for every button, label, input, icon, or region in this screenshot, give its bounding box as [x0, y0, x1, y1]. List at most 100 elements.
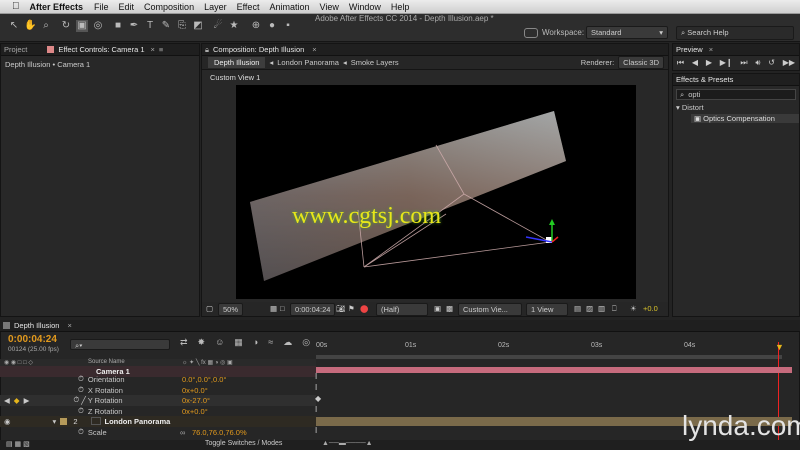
view-layout-select[interactable]: 1 View: [526, 303, 568, 316]
brush-tool-icon[interactable]: ✎: [160, 20, 172, 32]
expand-panes-icon[interactable]: ▤ ▦ ▧: [6, 440, 30, 448]
keyframe-marker[interactable]: I: [315, 426, 317, 435]
crumb-depth-illusion[interactable]: Depth Illusion: [208, 57, 266, 68]
crumb-smoke-layers[interactable]: Smoke Layers: [351, 58, 399, 67]
tab-depth-illusion[interactable]: Depth Illusion: [14, 321, 59, 330]
first-frame-icon[interactable]: ⏮: [677, 58, 684, 68]
graph-icon[interactable]: ╱: [81, 396, 86, 405]
layer-search-input[interactable]: ⌕▾: [70, 339, 170, 350]
close-icon[interactable]: ×: [709, 45, 713, 54]
rotate-tool-icon[interactable]: ↻: [60, 20, 72, 32]
time-ruler[interactable]: 00s 01s 02s 03s 04s: [316, 342, 792, 354]
tab-preview[interactable]: Preview: [676, 45, 703, 54]
menu-window[interactable]: Window: [349, 2, 381, 12]
stopwatch-icon[interactable]: ⏱︎: [78, 406, 84, 416]
menu-help[interactable]: Help: [391, 2, 410, 12]
search-help-input[interactable]: ⌕ Search Help: [676, 26, 794, 40]
view-axis-icon[interactable]: ▪: [282, 20, 294, 32]
close-icon[interactable]: ×: [151, 45, 155, 54]
always-preview-icon[interactable]: ▢: [206, 304, 213, 313]
exposure-value[interactable]: +0.0: [643, 304, 658, 313]
pen-tool-icon[interactable]: ✒: [128, 20, 140, 32]
color-channels-icon[interactable]: ⬤: [360, 304, 368, 313]
property-value[interactable]: 0x+0.0°: [182, 407, 208, 416]
camera-tool-icon[interactable]: ▣: [76, 20, 88, 32]
stopwatch-active-icon[interactable]: ⏱︎: [73, 395, 79, 405]
playhead-handle-icon[interactable]: ▼: [775, 342, 784, 352]
source-name-header[interactable]: Source Name: [88, 359, 125, 365]
toggle-switches-modes-button[interactable]: Toggle Switches / Modes: [205, 440, 282, 447]
world-axis-icon[interactable]: ●: [266, 20, 278, 32]
effect-optics-compensation[interactable]: ▣ Optics Compensation: [691, 114, 799, 123]
stopwatch-icon[interactable]: ⏱︎: [78, 427, 84, 437]
zoom-slider[interactable]: ▲──▬────▲: [322, 440, 373, 447]
magnification-select[interactable]: 50%: [218, 303, 244, 316]
loop-icon[interactable]: ↺: [768, 58, 775, 68]
next-frame-icon[interactable]: ▶❙: [720, 58, 733, 68]
brainstorm-icon[interactable]: ☁: [283, 337, 292, 348]
eraser-tool-icon[interactable]: ◩: [192, 20, 204, 32]
next-keyframe-icon[interactable]: ▶: [24, 396, 30, 405]
toggle-pixel-icon[interactable]: ▤: [574, 304, 581, 313]
category-distort[interactable]: ▾ Distort: [673, 103, 799, 112]
prev-keyframe-icon[interactable]: ◀: [4, 396, 10, 405]
app-menu[interactable]: After Effects: [30, 2, 84, 12]
ram-preview-icon[interactable]: ▶▶: [783, 58, 795, 68]
stopwatch-icon[interactable]: ⏱︎: [78, 374, 84, 384]
show-snapshot-icon[interactable]: ⚑: [348, 304, 355, 313]
disclosure-open-icon[interactable]: ▾: [53, 417, 57, 426]
type-tool-icon[interactable]: T: [144, 20, 156, 32]
layer-row-london-panorama[interactable]: ◉ ▾ 2 London Panorama: [0, 416, 316, 427]
rectangle-tool-icon[interactable]: ■: [112, 20, 124, 32]
menu-animation[interactable]: Animation: [269, 2, 309, 12]
close-icon[interactable]: ×: [67, 321, 71, 330]
renderer-select[interactable]: Classic 3D: [618, 56, 664, 69]
timeline-icon[interactable]: ▥: [598, 304, 605, 313]
audio-icon[interactable]: 🔊︎: [755, 58, 760, 68]
tab-effect-controls[interactable]: Effect Controls: Camera 1: [58, 45, 144, 54]
transparency-grid-icon[interactable]: ▩: [446, 304, 453, 313]
visibility-icon[interactable]: ◉: [4, 417, 11, 426]
safe-zones-icon[interactable]: ▦: [270, 304, 277, 313]
render-icon[interactable]: ◎: [302, 337, 310, 348]
roto-brush-icon[interactable]: ☄: [212, 20, 224, 32]
shy-icon[interactable]: ☺: [215, 337, 224, 348]
camera-layer-bar[interactable]: [316, 367, 792, 373]
graph-editor-icon[interactable]: ≈: [268, 337, 273, 348]
apple-icon[interactable]: : [12, 1, 20, 12]
draft-3d-icon[interactable]: ✸: [198, 337, 206, 348]
constrain-link-icon[interactable]: ∞: [180, 428, 185, 437]
grid-icon[interactable]: □: [280, 304, 285, 313]
flowchart-icon[interactable]: ⎕: [612, 304, 617, 314]
menu-file[interactable]: File: [94, 2, 109, 12]
pan-behind-tool-icon[interactable]: ◎: [92, 20, 104, 32]
hand-tool-icon[interactable]: ✋: [24, 20, 36, 32]
property-value[interactable]: 76.0,76.0,76.0%: [192, 428, 247, 437]
property-value[interactable]: 0.0°,0.0°,0.0°: [182, 375, 226, 384]
menu-layer[interactable]: Layer: [204, 2, 227, 12]
panel-menu-icon[interactable]: ≡: [159, 45, 163, 54]
x-axis-gizmo[interactable]: [551, 236, 559, 243]
property-value[interactable]: 0x-27.0°: [182, 396, 210, 405]
fast-previews-icon[interactable]: ▨: [586, 304, 593, 313]
tab-project[interactable]: Project: [4, 45, 27, 54]
tab-composition[interactable]: Composition: Depth Illusion: [213, 45, 304, 54]
local-axis-icon[interactable]: ⊕: [250, 20, 262, 32]
work-area-bar[interactable]: [316, 355, 782, 359]
stopwatch-icon[interactable]: ⏱︎: [78, 385, 84, 395]
menu-composition[interactable]: Composition: [144, 2, 194, 12]
effects-search-input[interactable]: ⌕ opti: [676, 89, 796, 100]
current-time-field[interactable]: 0:00:04:24: [290, 303, 336, 316]
label-color-icon[interactable]: [60, 417, 68, 425]
puppet-tool-icon[interactable]: ★: [228, 20, 240, 32]
timeline-timecode[interactable]: 0:00:04:24: [8, 334, 57, 345]
keyframe-marker[interactable]: I: [315, 383, 317, 392]
keyframe-marker[interactable]: I: [315, 372, 317, 381]
play-icon[interactable]: ▶: [706, 58, 712, 68]
region-of-interest-icon[interactable]: ▣: [434, 304, 441, 313]
prev-frame-icon[interactable]: ◀: [692, 58, 698, 68]
zoom-tool-icon[interactable]: ⌕: [40, 20, 52, 32]
keyframe-marker[interactable]: ◆: [315, 394, 321, 403]
keyframe-marker[interactable]: I: [315, 405, 317, 414]
last-frame-icon[interactable]: ⏭: [740, 58, 747, 68]
